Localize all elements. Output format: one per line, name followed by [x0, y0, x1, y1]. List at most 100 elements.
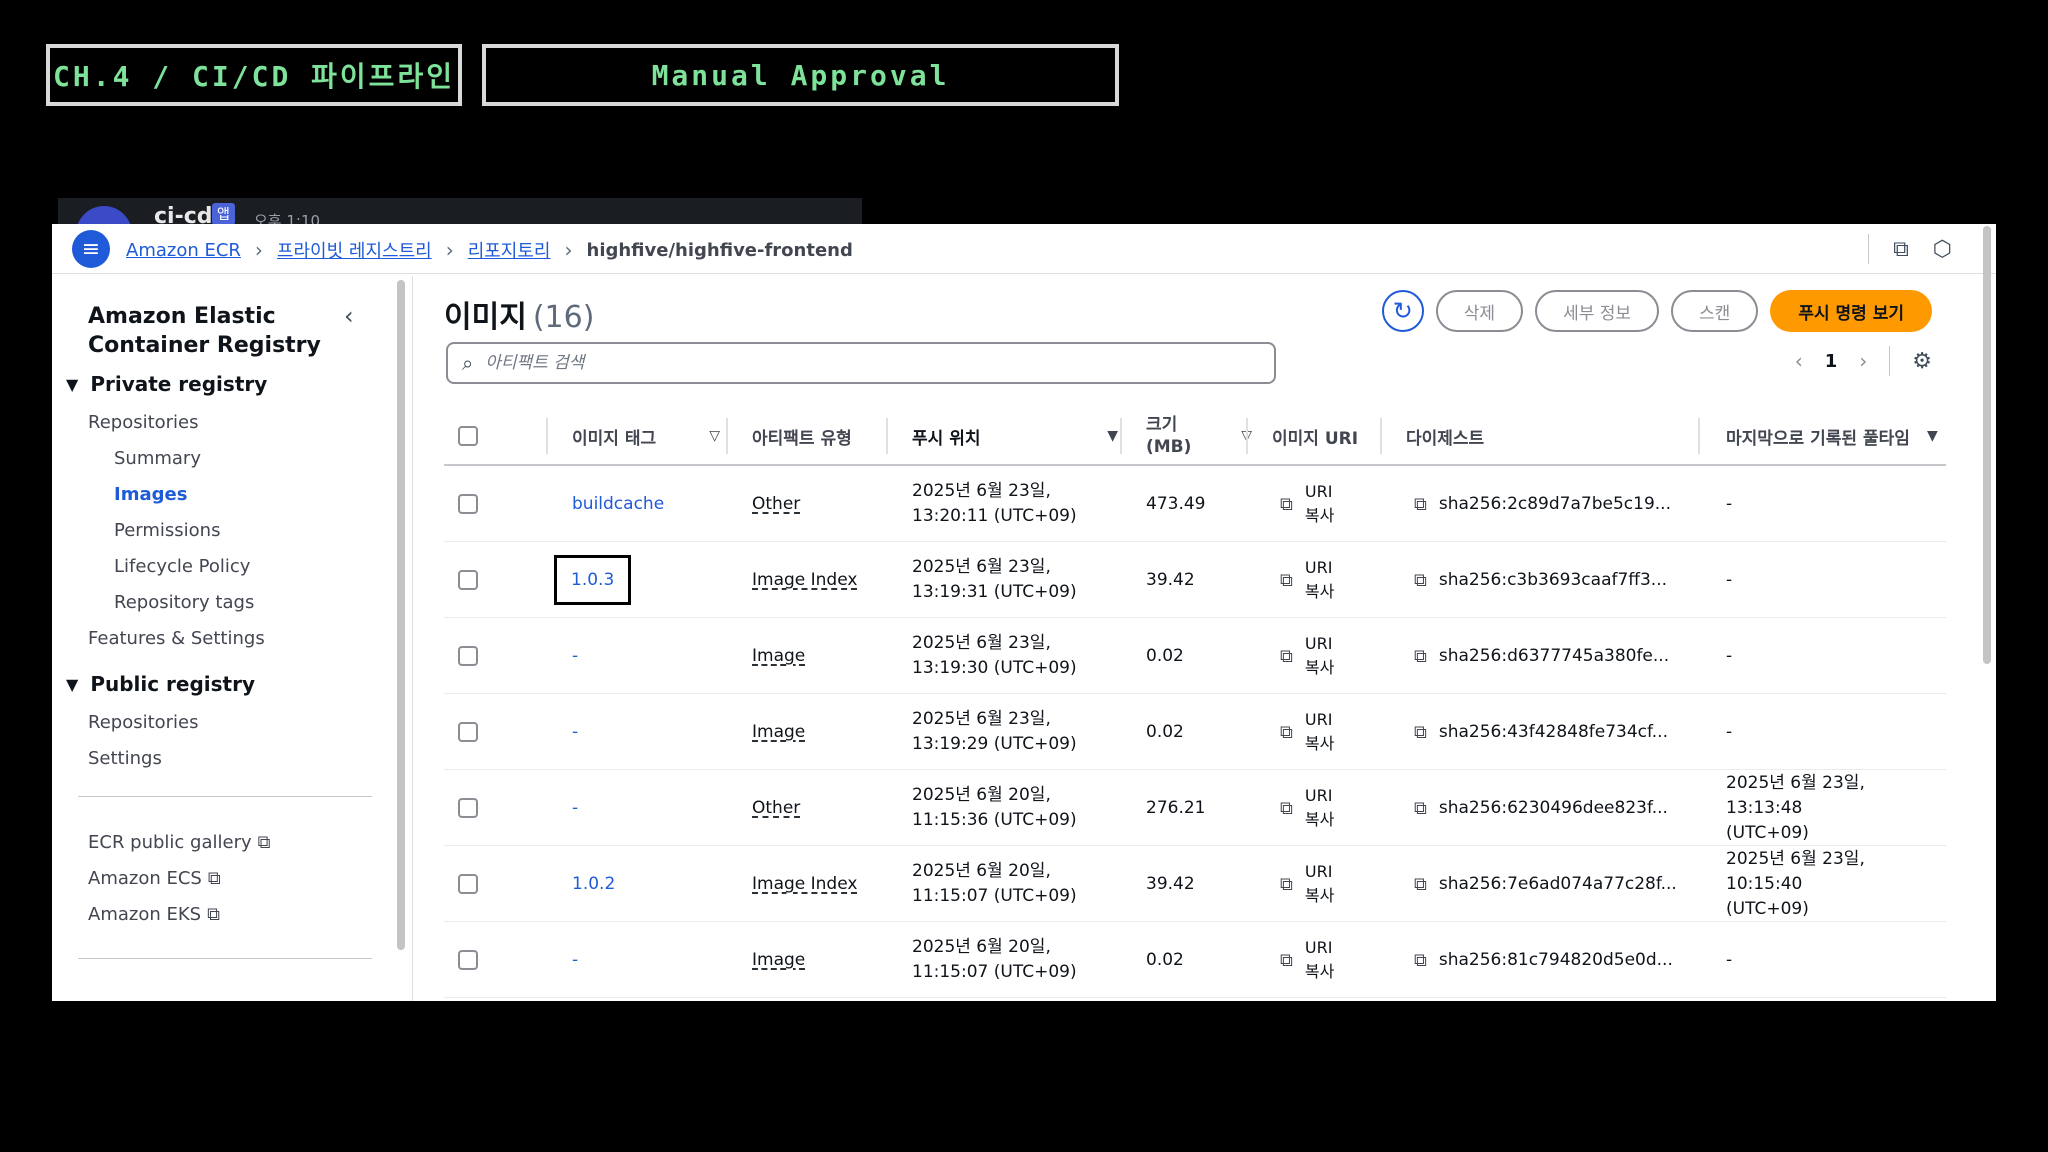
header-artifact-type[interactable]: 아티팩트 유형 — [752, 406, 902, 466]
table-row[interactable]: - Image 2025년 6월 23일, 13:19:30 (UTC+09) … — [444, 618, 1946, 694]
gear-icon[interactable]: ⚙ — [1912, 349, 1932, 374]
scan-button[interactable]: 스캔 — [1671, 290, 1759, 332]
digest-copy[interactable]: ⧉ sha256:43f42848fe734cf... — [1414, 694, 1668, 770]
digest-copy[interactable]: ⧉ sha256:81c794820d5e0d... — [1414, 922, 1673, 998]
sidebar-item-public-repositories[interactable]: Repositories — [88, 712, 199, 733]
table-row[interactable]: 1.0.2 Image Index 2025년 6월 20일, 11:15:07… — [444, 846, 1946, 922]
prev-page-icon[interactable]: ‹ — [1795, 349, 1803, 373]
next-page-icon[interactable]: › — [1859, 349, 1867, 373]
row-checkbox[interactable] — [458, 646, 478, 666]
refresh-button[interactable]: ↻ — [1381, 290, 1424, 332]
row-checkbox[interactable] — [458, 798, 478, 818]
sort-icon[interactable]: ▽ — [709, 428, 720, 444]
avatar — [76, 206, 132, 224]
table-row[interactable]: - Image 2025년 6월 20일, 11:15:07 (UTC+09) … — [444, 922, 1946, 998]
copy-icon: ⧉ — [1414, 797, 1427, 819]
sidebar-section-private-registry[interactable]: ▼ Private registry — [66, 372, 267, 396]
settings-hex-icon[interactable]: ⬡ — [1933, 237, 1952, 262]
header-pushed-at[interactable]: 푸시 위치 ▼ — [912, 406, 1118, 466]
image-tag-link[interactable]: - — [572, 950, 578, 970]
copy-icon: ⧉ — [1414, 721, 1427, 743]
copy-uri-label: URI 복사 — [1304, 786, 1335, 829]
digest-copy[interactable]: ⧉ sha256:2c89d7a7be5c19... — [1414, 466, 1671, 542]
copy-uri-button[interactable]: ⧉ URI 복사 — [1280, 922, 1339, 998]
row-checkbox[interactable] — [458, 722, 478, 742]
window-scrollbar[interactable] — [1980, 224, 1992, 664]
artifact-search[interactable]: ⌕ — [446, 342, 1276, 384]
sort-icon[interactable]: ▼ — [1927, 406, 1947, 466]
digest-copy[interactable]: ⧉ sha256:7e6ad074a77c28f... — [1414, 846, 1677, 922]
breadcrumb-repositories[interactable]: 리포지토리 — [468, 237, 551, 263]
header-image-uri[interactable]: 이미지 URI — [1272, 406, 1382, 466]
image-tag-link[interactable]: 1.0.3 — [554, 555, 632, 605]
artifact-type[interactable]: Image — [752, 646, 805, 666]
artifact-type[interactable]: Other — [752, 798, 800, 818]
table-row[interactable]: buildcache Other 2025년 6월 23일, 13:20:11 … — [444, 466, 1946, 542]
artifact-type[interactable]: Image Index — [752, 570, 857, 590]
sort-desc-icon[interactable]: ▼ — [1107, 428, 1118, 444]
header-last-pulled[interactable]: 마지막으로 기록된 풀타임 — [1726, 406, 1952, 466]
artifact-type[interactable]: Image — [752, 722, 805, 742]
copy-uri-button[interactable]: ⧉ URI 복사 — [1280, 466, 1339, 542]
digest-copy[interactable]: ⧉ sha256:d6377745a380fe... — [1414, 618, 1669, 694]
sidebar-section-public-registry[interactable]: ▼ Public registry — [66, 672, 255, 696]
search-input[interactable] — [485, 353, 1246, 373]
monitor-icon[interactable]: ⧉ — [1893, 237, 1909, 262]
copy-uri-button[interactable]: ⧉ URI 복사 — [1280, 694, 1339, 770]
row-checkbox[interactable] — [458, 570, 478, 590]
row-checkbox[interactable] — [458, 874, 478, 894]
menu-icon[interactable]: ≡ — [72, 230, 110, 268]
breadcrumb-private-registry[interactable]: 프라이빗 레지스트리 — [277, 237, 432, 263]
sidebar-link-amazon-eks[interactable]: Amazon EKS ⧉ — [88, 904, 220, 925]
sidebar-item-public-settings[interactable]: Settings — [88, 748, 162, 769]
sidebar-item-features-settings[interactable]: Features & Settings — [88, 628, 265, 649]
image-count: (16) — [532, 300, 595, 335]
sidebar-item-images[interactable]: Images — [114, 484, 187, 505]
sidebar-link-ecr-public-gallery[interactable]: ECR public gallery ⧉ — [88, 832, 271, 853]
image-tag-link[interactable]: - — [572, 722, 578, 742]
view-push-commands-button[interactable]: 푸시 명령 보기 — [1770, 290, 1932, 332]
sidebar-item-repositories[interactable]: Repositories — [88, 412, 199, 433]
delete-button[interactable]: 삭제 — [1435, 290, 1524, 332]
header-select-all[interactable] — [458, 406, 498, 466]
header-size[interactable]: 크기 (MB) ▽ — [1146, 406, 1252, 466]
artifact-type[interactable]: Image Index — [752, 874, 857, 894]
artifact-type[interactable]: Other — [752, 494, 800, 514]
sidebar-item-lifecycle-policy[interactable]: Lifecycle Policy — [114, 556, 250, 577]
copy-uri-button[interactable]: ⧉ URI 복사 — [1280, 542, 1339, 618]
collapse-sidebar-icon[interactable]: ‹ — [344, 302, 354, 330]
chat-sender-name: ci-cd — [154, 204, 213, 224]
pushed-time: 13:20:11 (UTC+09) — [912, 506, 1077, 526]
digest-copy[interactable]: ⧉ sha256:c3b3693caaf7ff3... — [1414, 542, 1667, 618]
row-checkbox[interactable] — [458, 950, 478, 970]
header-digest[interactable]: 다이제스트 — [1406, 406, 1706, 466]
table-row[interactable]: - Image 2025년 6월 23일, 13:19:29 (UTC+09) … — [444, 694, 1946, 770]
caret-down-icon: ▼ — [66, 674, 79, 694]
pushed-time: 13:19:31 (UTC+09) — [912, 582, 1077, 602]
artifact-type[interactable]: Image — [752, 950, 805, 970]
table-row[interactable]: 1.0.3 Image Index 2025년 6월 23일, 13:19:31… — [444, 542, 1946, 618]
image-tag-link[interactable]: - — [572, 798, 578, 818]
image-tag-link[interactable]: buildcache — [572, 494, 664, 514]
select-all-checkbox[interactable] — [458, 426, 478, 446]
row-checkbox[interactable] — [458, 494, 478, 514]
image-tag-link[interactable]: - — [572, 646, 578, 666]
image-tag-link[interactable]: 1.0.2 — [572, 874, 615, 894]
pushed-date: 2025년 6월 23일, — [912, 633, 1051, 653]
sidebar-item-summary[interactable]: Summary — [114, 448, 201, 469]
table-row[interactable]: - Other 2025년 6월 20일, 11:15:36 (UTC+09) … — [444, 770, 1946, 846]
header-image-tag[interactable]: 이미지 태그 ▽ — [572, 406, 738, 466]
copy-uri-button[interactable]: ⧉ URI 복사 — [1280, 770, 1339, 846]
copy-icon: ⧉ — [1414, 645, 1427, 667]
sidebar-item-permissions[interactable]: Permissions — [114, 520, 220, 541]
sidebar-link-amazon-ecs[interactable]: Amazon ECS ⧉ — [88, 868, 221, 889]
sidebar-item-repository-tags[interactable]: Repository tags — [114, 592, 254, 613]
details-button[interactable]: 세부 정보 — [1535, 290, 1660, 332]
breadcrumb-amazon-ecr[interactable]: Amazon ECR — [126, 240, 241, 261]
sidebar-scrollbar[interactable] — [395, 276, 405, 954]
copy-uri-button[interactable]: ⧉ URI 복사 — [1280, 618, 1339, 694]
current-page[interactable]: 1 — [1825, 351, 1838, 372]
copy-uri-button[interactable]: ⧉ URI 복사 — [1280, 846, 1339, 922]
main-content: 이미지(16) ↻ 삭제 세부 정보 스캔 푸시 명령 보기 ⌕ ‹ 1 › ⚙ — [444, 276, 1964, 1001]
digest-copy[interactable]: ⧉ sha256:6230496dee823f... — [1414, 770, 1668, 846]
